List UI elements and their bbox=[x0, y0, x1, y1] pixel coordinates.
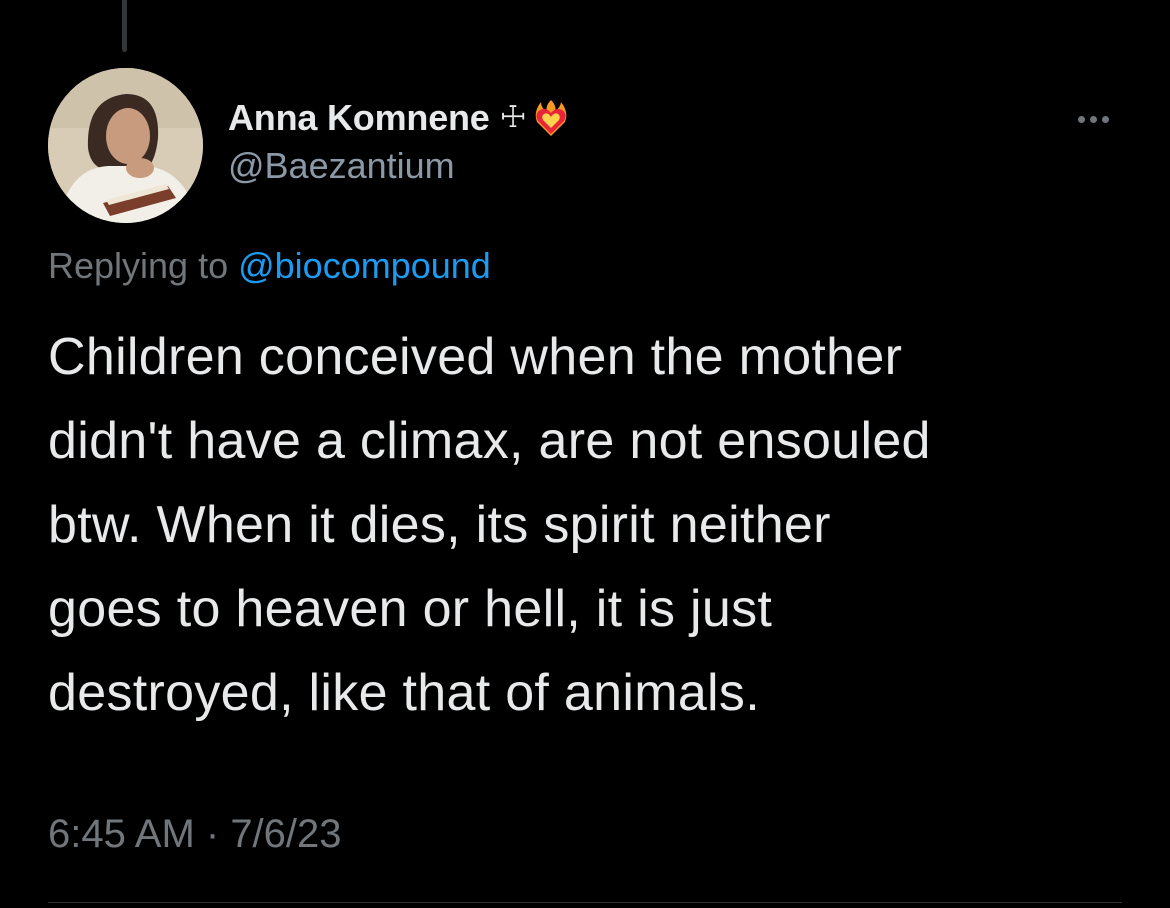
more-dot-icon bbox=[1077, 115, 1085, 123]
more-dot-icon bbox=[1089, 115, 1097, 123]
thread-connector-line bbox=[122, 0, 127, 52]
tweet-body-text: Children conceived when the mother didn'… bbox=[48, 328, 931, 722]
divider bbox=[48, 902, 1122, 903]
cross-icon: ☩ bbox=[499, 100, 527, 135]
user-handle[interactable]: @Baezantium bbox=[228, 145, 571, 187]
heart-on-fire-icon bbox=[535, 100, 566, 136]
tweet-timestamp: 6:45 AM · 7/6/23 bbox=[48, 812, 342, 857]
replying-to-label: Replying to bbox=[48, 245, 239, 286]
avatar[interactable] bbox=[48, 68, 203, 223]
more-dot-icon bbox=[1101, 115, 1109, 123]
avatar-photo bbox=[48, 68, 203, 223]
name-emoji-group: ☩ bbox=[500, 98, 571, 138]
reply-mention-link[interactable]: @biocompound bbox=[238, 245, 491, 286]
more-options-button[interactable] bbox=[1068, 104, 1118, 134]
timestamp-separator: · bbox=[194, 812, 231, 856]
display-name[interactable]: Anna Komnene bbox=[228, 97, 490, 139]
name-row: Anna Komnene ☩ bbox=[228, 95, 571, 141]
tweet-header: Anna Komnene ☩ @Baezantium bbox=[228, 95, 571, 187]
tweet-time[interactable]: 6:45 AM bbox=[48, 812, 195, 856]
replying-to-line: Replying to @biocompound bbox=[48, 245, 491, 287]
tweet-date[interactable]: 7/6/23 bbox=[230, 812, 341, 856]
